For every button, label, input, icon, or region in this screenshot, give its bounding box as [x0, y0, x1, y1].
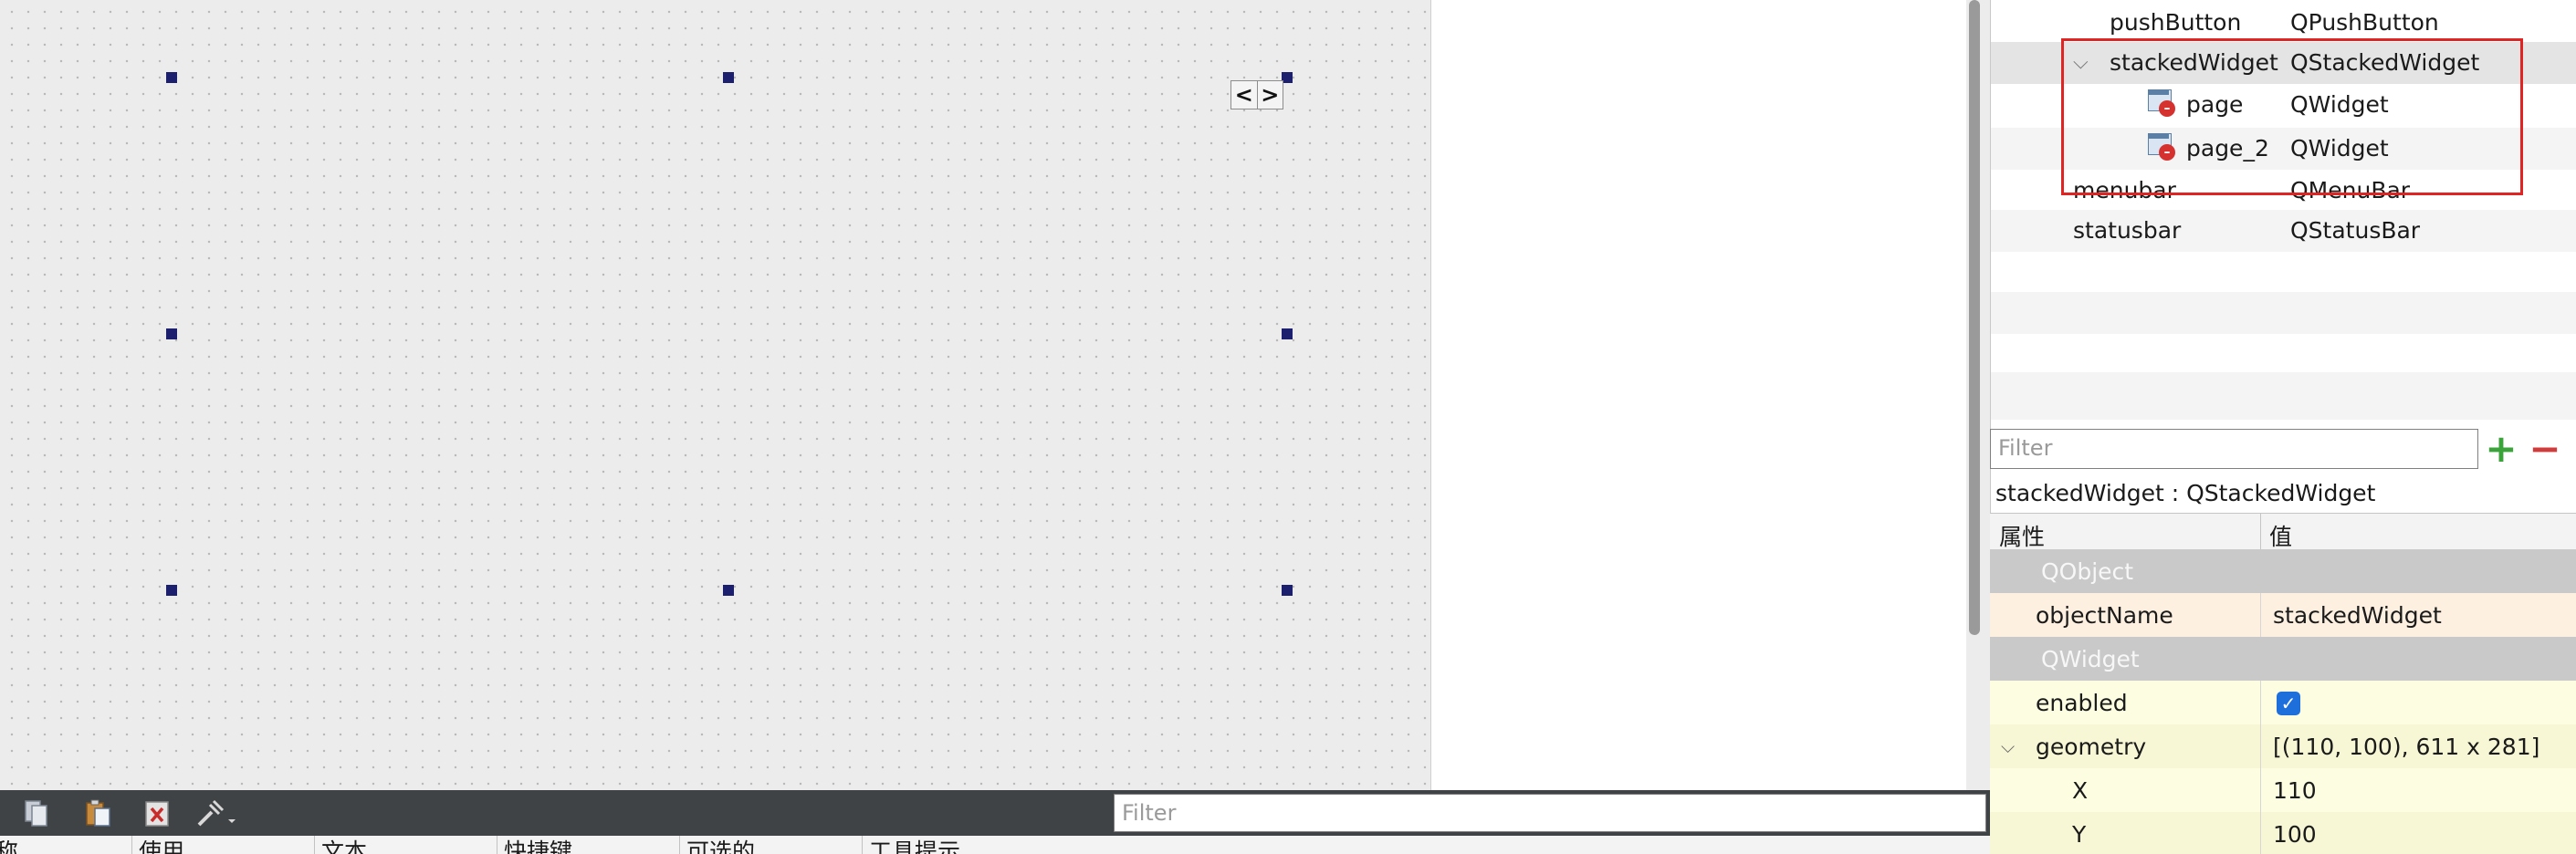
- action-table-header: 名称 使用 文本 快捷键 可选的 工具提示: [0, 836, 1990, 854]
- column-header-shortcut[interactable]: 快捷键: [504, 836, 572, 854]
- selected-object-label: stackedWidget : QStackedWidget: [1995, 480, 2376, 506]
- selection-handle-middle-right[interactable]: [1282, 328, 1293, 339]
- property-name: X: [2072, 777, 2089, 804]
- property-row-y[interactable]: Y 100: [1990, 812, 2576, 854]
- chevron-down-icon[interactable]: ⌵: [2001, 735, 2015, 757]
- copy-icon[interactable]: [20, 797, 51, 828]
- paste-icon[interactable]: [82, 797, 113, 828]
- canvas-scrollbar-thumb[interactable]: [1969, 0, 1980, 635]
- property-name: objectName: [2036, 602, 2173, 629]
- property-value[interactable]: stackedWidget: [2273, 602, 2442, 629]
- property-value[interactable]: [(110, 100), 611 x 281]: [2273, 734, 2539, 760]
- property-value[interactable]: 110: [2273, 777, 2317, 804]
- object-class: QPushButton: [2290, 9, 2439, 36]
- column-header-text[interactable]: 文本: [321, 836, 367, 854]
- column-header-tooltip[interactable]: 工具提示: [869, 836, 960, 854]
- property-row-enabled[interactable]: enabled ✓: [1990, 681, 2576, 724]
- property-name: Y: [2072, 821, 2087, 848]
- column-header-used[interactable]: 使用: [139, 836, 184, 854]
- next-page-button[interactable]: >: [1256, 81, 1283, 109]
- property-row-objectname[interactable]: objectName stackedWidget: [1990, 593, 2576, 637]
- canvas-margin-area: [1431, 0, 1966, 790]
- remove-property-button[interactable]: −: [2529, 430, 2561, 468]
- enabled-checkbox[interactable]: ✓: [2277, 692, 2300, 715]
- property-table-header: 属性 值: [1990, 513, 2576, 552]
- property-column-header[interactable]: 属性: [1999, 519, 2045, 552]
- property-row-geometry[interactable]: ⌵ geometry [(110, 100), 611 x 281]: [1990, 724, 2576, 768]
- object-class: QStatusBar: [2290, 217, 2421, 244]
- property-name: geometry: [2036, 734, 2147, 760]
- selection-handle-bottom-center[interactable]: [723, 585, 734, 596]
- object-name: pushButton: [2110, 9, 2242, 36]
- form-canvas[interactable]: < >: [0, 0, 1431, 790]
- property-name: enabled: [2036, 690, 2128, 716]
- object-name: statusbar: [2073, 217, 2182, 244]
- object-tree-row[interactable]: statusbar QStatusBar: [1991, 210, 2576, 252]
- value-column-header[interactable]: 值: [2269, 519, 2292, 552]
- selection-handle-bottom-left[interactable]: [166, 585, 177, 596]
- configure-icon[interactable]: [195, 797, 237, 828]
- previous-page-button[interactable]: <: [1231, 81, 1257, 109]
- property-section-qwidget[interactable]: QWidget: [1990, 637, 2576, 681]
- section-title: QWidget: [2041, 646, 2140, 672]
- object-tree-empty-row: [1991, 292, 2576, 334]
- property-row-x[interactable]: X 110: [1990, 768, 2576, 812]
- delete-icon[interactable]: [142, 797, 173, 828]
- property-section-qobject[interactable]: QObject: [1990, 549, 2576, 593]
- column-header-name[interactable]: 名称: [0, 836, 18, 854]
- action-filter-input[interactable]: Filter: [1114, 794, 1986, 832]
- selection-handle-middle-left[interactable]: [166, 328, 177, 339]
- property-value[interactable]: 100: [2273, 821, 2317, 848]
- selection-handle-top-center[interactable]: [723, 72, 734, 83]
- selection-handle-bottom-right[interactable]: [1282, 585, 1293, 596]
- column-header-checkable[interactable]: 可选的: [686, 836, 755, 854]
- highlight-annotation-box: [2061, 38, 2523, 195]
- object-tree-empty-row: [1991, 252, 2576, 294]
- object-tree-empty-row: [1991, 332, 2576, 374]
- add-property-button[interactable]: +: [2485, 430, 2518, 468]
- section-title: QObject: [2041, 558, 2134, 585]
- object-tree-empty-row: [1991, 372, 2576, 420]
- selection-handle-top-left[interactable]: [166, 72, 177, 83]
- property-filter-input[interactable]: Filter: [1990, 429, 2478, 469]
- stacked-widget-page-navigator: < >: [1230, 80, 1283, 109]
